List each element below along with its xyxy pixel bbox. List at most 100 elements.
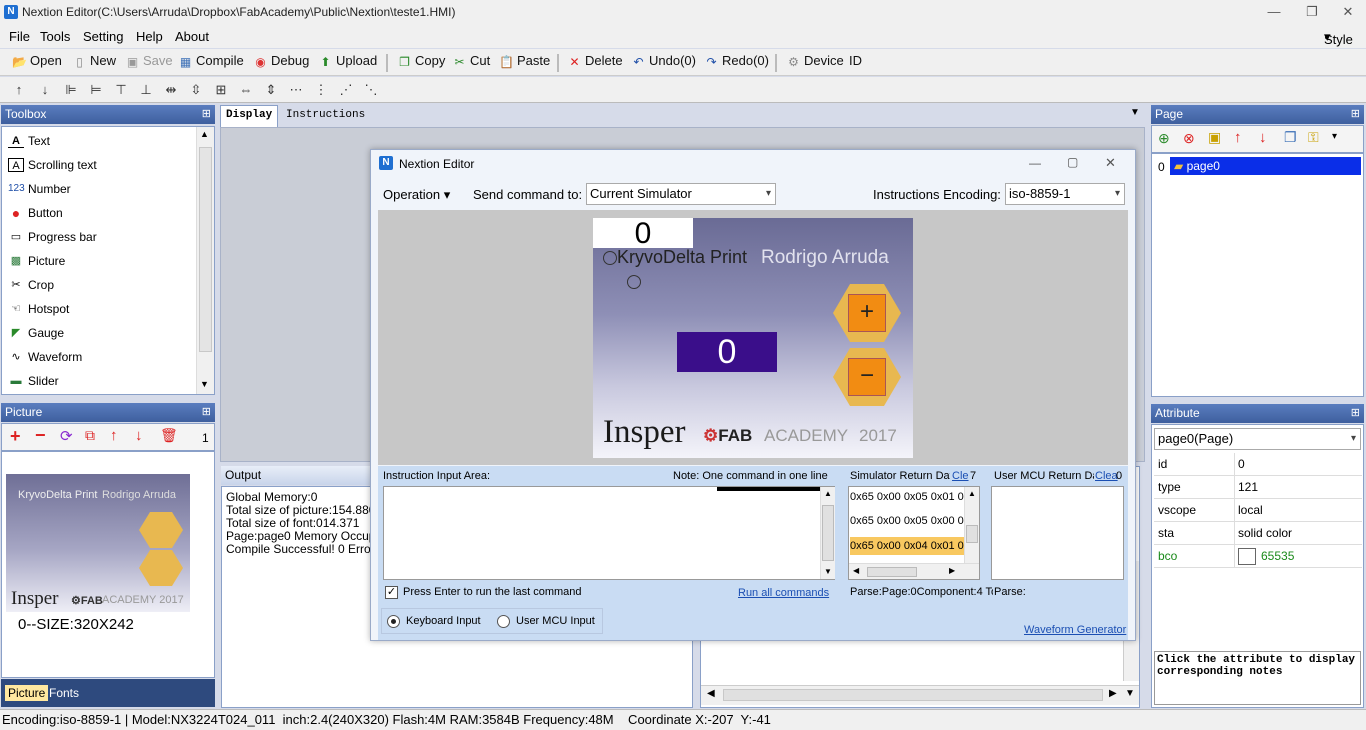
menu-setting[interactable]: Setting bbox=[83, 29, 123, 44]
toolbox-scrolling-text[interactable]: A Scrolling text bbox=[8, 155, 97, 175]
toolbox-scroll-thumb[interactable] bbox=[199, 147, 212, 352]
tab-picture[interactable]: Picture bbox=[5, 685, 49, 701]
open-button[interactable]: 📂 Open bbox=[10, 53, 62, 73]
scroll-up-icon[interactable]: ▲ bbox=[968, 489, 976, 498]
return-line[interactable]: 0x65 0x00 0x05 0x01 0 bbox=[850, 491, 964, 503]
scroll-down-icon[interactable]: ▼ bbox=[200, 379, 209, 389]
pin-icon[interactable]: ⊞ bbox=[1351, 404, 1360, 423]
attr-row-type[interactable]: type 121 bbox=[1154, 476, 1362, 499]
move-up-icon[interactable]: ↑ bbox=[110, 427, 118, 444]
move-up-icon[interactable]: ↑ bbox=[1234, 129, 1242, 146]
keyboard-input-radio[interactable] bbox=[387, 615, 400, 628]
align-top-icon[interactable]: ⊤ bbox=[112, 81, 130, 99]
sim-return-list[interactable]: 0x65 0x00 0x05 0x01 0 0x65 0x00 0x05 0x0… bbox=[848, 486, 980, 580]
delete-page-icon[interactable]: ⊗ bbox=[1183, 130, 1195, 147]
upload-button[interactable]: ⬆ Upload bbox=[316, 53, 377, 73]
align-down-icon[interactable]: ↓ bbox=[36, 81, 54, 99]
press-enter-checkbox[interactable]: ✓ bbox=[385, 586, 398, 599]
undo-button[interactable]: ↶ Undo(0) bbox=[629, 53, 696, 73]
pin-icon[interactable]: ⊞ bbox=[202, 105, 211, 124]
restore-icon[interactable]: ❐ bbox=[1297, 2, 1327, 22]
return-hscrollbar[interactable]: ◀ ▶ bbox=[849, 563, 979, 579]
picture-thumbnail[interactable]: KryvoDelta Print Rodrigo Arruda Insper ⚙… bbox=[6, 474, 190, 612]
new-button[interactable]: ▯ New bbox=[70, 53, 116, 73]
return-scroll-thumb[interactable] bbox=[966, 525, 978, 543]
redo-button[interactable]: ↷ Redo(0) bbox=[702, 53, 769, 73]
align-right-icon[interactable]: ⊨ bbox=[87, 81, 105, 99]
sim-counter-display[interactable]: 0 bbox=[677, 332, 777, 372]
toolbox-gauge[interactable]: ◤ Gauge bbox=[8, 323, 64, 343]
mcu-input-radio[interactable] bbox=[497, 615, 510, 628]
insert-page-icon[interactable]: ▣ bbox=[1208, 129, 1221, 146]
menu-help[interactable]: Help bbox=[136, 29, 163, 44]
sim-top-number[interactable]: 0 bbox=[593, 218, 693, 250]
debug-button[interactable]: ◉ Debug bbox=[251, 53, 309, 73]
align-up-icon[interactable]: ↑ bbox=[10, 81, 28, 99]
distribute-alt-icon[interactable]: ⋱ bbox=[362, 81, 380, 99]
sim-plus-button[interactable]: + bbox=[848, 294, 886, 332]
compile-button[interactable]: ▦ Compile bbox=[176, 53, 244, 73]
move-down-icon[interactable]: ↓ bbox=[135, 427, 143, 444]
return-hscroll-thumb[interactable] bbox=[867, 567, 917, 577]
save-button[interactable]: ▣ Save bbox=[123, 53, 173, 73]
input-scrollbar[interactable]: ▲ ▼ bbox=[820, 487, 835, 579]
send-target-select[interactable]: Current Simulator bbox=[586, 183, 776, 205]
hscroll-thumb[interactable] bbox=[723, 689, 1103, 701]
dialog-restore-icon[interactable]: ▢ bbox=[1067, 155, 1078, 169]
operation-menu[interactable]: Operation ▾ bbox=[383, 187, 450, 203]
toolbox-hotspot[interactable]: ☜ Hotspot bbox=[8, 299, 69, 319]
scroll-down-icon[interactable]: ▼ bbox=[1125, 688, 1135, 699]
menu-about[interactable]: About bbox=[175, 29, 209, 44]
scroll-left-icon[interactable]: ◀ bbox=[853, 566, 859, 575]
center-horizontal-icon[interactable]: ⇹ bbox=[162, 81, 180, 99]
same-width-icon[interactable]: ⇔ bbox=[237, 81, 255, 99]
scroll-right-icon[interactable]: ▶ bbox=[1109, 688, 1117, 699]
paste-button[interactable]: 📋 Paste bbox=[497, 53, 550, 73]
toolbox-text[interactable]: A Text bbox=[8, 131, 50, 151]
remove-icon[interactable]: − bbox=[35, 425, 46, 446]
dropdown-icon[interactable]: ▼ bbox=[1130, 107, 1140, 118]
same-height-icon[interactable]: ⇕ bbox=[262, 81, 280, 99]
instruction-input[interactable]: ▲ ▼ bbox=[383, 486, 835, 580]
minimize-icon[interactable]: — bbox=[1259, 2, 1289, 22]
menu-style[interactable]: Style ▾ bbox=[1324, 29, 1353, 47]
clear-sim-return-link[interactable]: Cle bbox=[952, 470, 969, 482]
dialog-close-icon[interactable]: ✕ bbox=[1105, 155, 1116, 171]
dropdown-icon[interactable]: ▾ bbox=[1332, 131, 1337, 142]
attr-row-vscope[interactable]: vscope local bbox=[1154, 499, 1362, 522]
refresh-icon[interactable]: ⟳ bbox=[60, 427, 73, 445]
waveform-generator-link[interactable]: Waveform Generator bbox=[1024, 624, 1126, 636]
trash-icon[interactable]: 🗑 bbox=[160, 427, 178, 444]
toolbox-slider[interactable]: ▬ Slider bbox=[8, 371, 59, 391]
toolbox-waveform[interactable]: ∿ Waveform bbox=[8, 347, 82, 367]
add-page-icon[interactable]: ⊕ bbox=[1158, 130, 1170, 147]
pin-icon[interactable]: ⊞ bbox=[202, 403, 211, 422]
scroll-up-icon[interactable]: ▲ bbox=[200, 129, 209, 139]
same-size-icon[interactable]: ⊞ bbox=[212, 81, 230, 99]
toolbox-number[interactable]: 123 Number bbox=[8, 179, 71, 199]
return-line-selected[interactable]: 0x65 0x00 0x04 0x01 0 bbox=[850, 537, 964, 555]
align-bottom-icon[interactable]: ⊥ bbox=[137, 81, 155, 99]
cut-button[interactable]: ✂ Cut bbox=[450, 53, 490, 73]
move-down-icon[interactable]: ↓ bbox=[1259, 129, 1267, 146]
tab-instructions[interactable]: Instructions bbox=[286, 109, 365, 121]
scroll-right-icon[interactable]: ▶ bbox=[949, 566, 955, 575]
space-vertical-icon[interactable]: ⋮ bbox=[312, 81, 330, 99]
page-item-page0[interactable]: ▰ page0 bbox=[1170, 157, 1361, 175]
copy-page-icon[interactable]: ❐ bbox=[1284, 129, 1297, 146]
space-horizontal-icon[interactable]: ⋯ bbox=[287, 81, 305, 99]
pin-icon[interactable]: ⊞ bbox=[1351, 105, 1360, 124]
toolbox-progress-bar[interactable]: ▭ Progress bar bbox=[8, 227, 97, 247]
toolbox-button[interactable]: ● Button bbox=[8, 203, 63, 223]
toolbox-crop[interactable]: ✂ Crop bbox=[8, 275, 54, 295]
align-left-icon[interactable]: ⊫ bbox=[62, 81, 80, 99]
center-vertical-icon[interactable]: ⇳ bbox=[187, 81, 205, 99]
tab-display[interactable]: Display bbox=[220, 105, 279, 127]
attr-row-id[interactable]: id 0 bbox=[1154, 453, 1362, 476]
return-scrollbar[interactable]: ▲ bbox=[964, 487, 979, 563]
scroll-left-icon[interactable]: ◀ bbox=[707, 688, 715, 699]
attr-row-bco[interactable]: bco 65535 bbox=[1154, 545, 1362, 568]
menu-file[interactable]: File bbox=[9, 29, 30, 44]
dialog-minimize-icon[interactable]: — bbox=[1029, 156, 1041, 170]
add-icon[interactable]: + bbox=[10, 426, 21, 447]
